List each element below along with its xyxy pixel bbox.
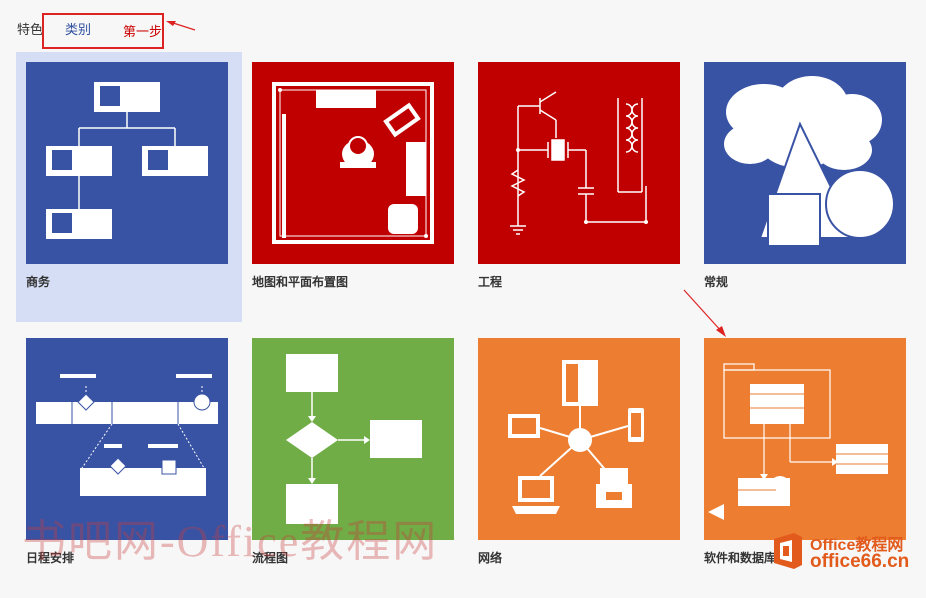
template-tabs: 特色 类别 第一步 — [0, 0, 926, 50]
template-tile-flowchart[interactable]: 流程图 — [242, 328, 468, 598]
annotation-step-label: 第一步 — [123, 24, 163, 39]
template-tile-schedule[interactable]: 日程安排 — [16, 328, 242, 598]
floor-plan-thumbnail — [252, 62, 454, 264]
template-label: 网络 — [478, 551, 503, 565]
template-label: 地图和平面布置图 — [252, 275, 349, 289]
software-database-thumbnail — [704, 338, 906, 540]
template-tile-engineering[interactable]: 工程 — [468, 52, 694, 322]
floor-plan-icon — [272, 82, 434, 244]
software-database-icon — [708, 363, 888, 520]
business-thumbnail — [26, 62, 228, 264]
template-label: 流程图 — [252, 551, 289, 565]
office-logo-icon — [774, 533, 802, 569]
network-icon — [508, 360, 644, 514]
tab-featured[interactable]: 特色 — [17, 19, 43, 38]
brand-url: office66.cn — [810, 551, 910, 572]
template-tile-network[interactable]: 网络 — [468, 328, 694, 598]
timeline-icon — [36, 374, 218, 496]
template-tile-maps-floor-plans[interactable]: 地图和平面布置图 — [242, 52, 468, 322]
engineering-thumbnail — [478, 62, 680, 264]
network-thumbnail — [478, 338, 680, 540]
brand-badge: Office教程网 office66.cn — [766, 525, 926, 577]
template-label: 商务 — [26, 275, 51, 289]
org-chart-icon — [46, 82, 208, 239]
basic-shapes-icon — [724, 76, 895, 247]
flowchart-icon — [286, 354, 422, 524]
schedule-thumbnail — [26, 338, 228, 540]
template-tile-general[interactable]: 常规 — [694, 52, 920, 322]
template-tile-business[interactable]: 商务 — [16, 52, 242, 322]
template-label: 常规 — [704, 275, 729, 289]
flowchart-thumbnail — [252, 338, 454, 540]
general-thumbnail — [704, 62, 906, 264]
circuit-icon — [510, 91, 648, 235]
template-label: 日程安排 — [26, 551, 75, 565]
template-label: 工程 — [478, 275, 503, 289]
